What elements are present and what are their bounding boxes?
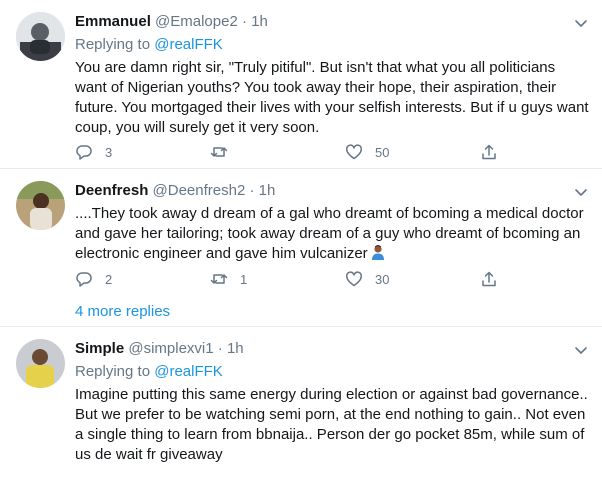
timestamp[interactable]: 1h: [251, 13, 268, 30]
like-count: 30: [375, 271, 390, 287]
retweet-icon: [210, 274, 228, 284]
more-replies-link[interactable]: 4 more replies: [75, 302, 170, 322]
avatar[interactable]: [16, 181, 65, 230]
author-name[interactable]: Deenfresh: [75, 182, 148, 199]
caret-down-icon[interactable]: [572, 14, 590, 32]
reply-button[interactable]: 2: [75, 269, 112, 289]
mention-link[interactable]: @realFFK: [154, 36, 223, 53]
tweet-actions: 2 1 30: [75, 269, 515, 289]
person-gesturing-emoji: [371, 245, 384, 260]
tweet-emmanuel[interactable]: Emmanuel @Emalope2 · 1h Replying to @rea…: [0, 0, 602, 168]
caret-down-icon[interactable]: [572, 183, 590, 201]
author-name[interactable]: Simple: [75, 340, 124, 357]
replying-to: Replying to @realFFK: [75, 362, 590, 382]
separator-dot: ·: [241, 13, 247, 30]
share-button[interactable]: [480, 269, 498, 289]
like-icon: [346, 271, 362, 287]
retweet-button[interactable]: 1: [210, 269, 247, 289]
author-name[interactable]: Emmanuel: [75, 13, 151, 30]
reply-thread: Emmanuel @Emalope2 · 1h Replying to @rea…: [0, 0, 602, 484]
tweet-text: Imagine putting this same energy during …: [75, 386, 588, 463]
timestamp[interactable]: 1h: [259, 182, 276, 199]
reply-button[interactable]: 3: [75, 142, 112, 162]
replying-to: Replying to @realFFK: [75, 35, 590, 55]
reply-icon: [76, 145, 92, 160]
timestamp[interactable]: 1h: [227, 340, 244, 357]
tweet-simple[interactable]: Simple @simplexvi1 · 1h Replying to @rea…: [0, 327, 602, 484]
share-icon: [482, 144, 496, 160]
tweet-deenfresh[interactable]: Deenfresh @Deenfresh2 · 1h ....They took…: [0, 169, 602, 326]
retweet-count: 1: [240, 271, 248, 287]
avatar[interactable]: [16, 339, 65, 388]
share-icon: [482, 271, 496, 287]
replying-prefix: Replying to: [75, 363, 151, 380]
replying-prefix: Replying to: [75, 36, 151, 53]
reply-count: 3: [105, 144, 113, 160]
author-handle[interactable]: @simplexvi1: [128, 340, 213, 357]
like-button[interactable]: 30: [345, 269, 389, 289]
tweet-actions: 3 50: [75, 142, 515, 162]
author-handle[interactable]: @Deenfresh2: [153, 182, 246, 199]
mention-link[interactable]: @realFFK: [154, 363, 223, 380]
tweet-text: You are damn right sir, "Truly pitiful".…: [75, 59, 589, 136]
like-button[interactable]: 50: [345, 142, 389, 162]
caret-down-icon[interactable]: [572, 341, 590, 359]
tweet-text: ....They took away d dream of a gal who …: [75, 205, 584, 262]
separator-dot: ·: [249, 182, 255, 199]
avatar[interactable]: [16, 12, 65, 61]
reply-count: 2: [105, 271, 113, 287]
like-count: 50: [375, 144, 390, 160]
like-icon: [346, 144, 362, 160]
share-button[interactable]: [480, 142, 498, 162]
retweet-button[interactable]: [210, 142, 240, 162]
separator-dot: ·: [217, 340, 223, 357]
retweet-icon: [210, 147, 228, 157]
author-handle[interactable]: @Emalope2: [155, 13, 238, 30]
reply-icon: [76, 272, 92, 287]
tweet-text-container: ....They took away d dream of a gal who …: [75, 204, 590, 264]
